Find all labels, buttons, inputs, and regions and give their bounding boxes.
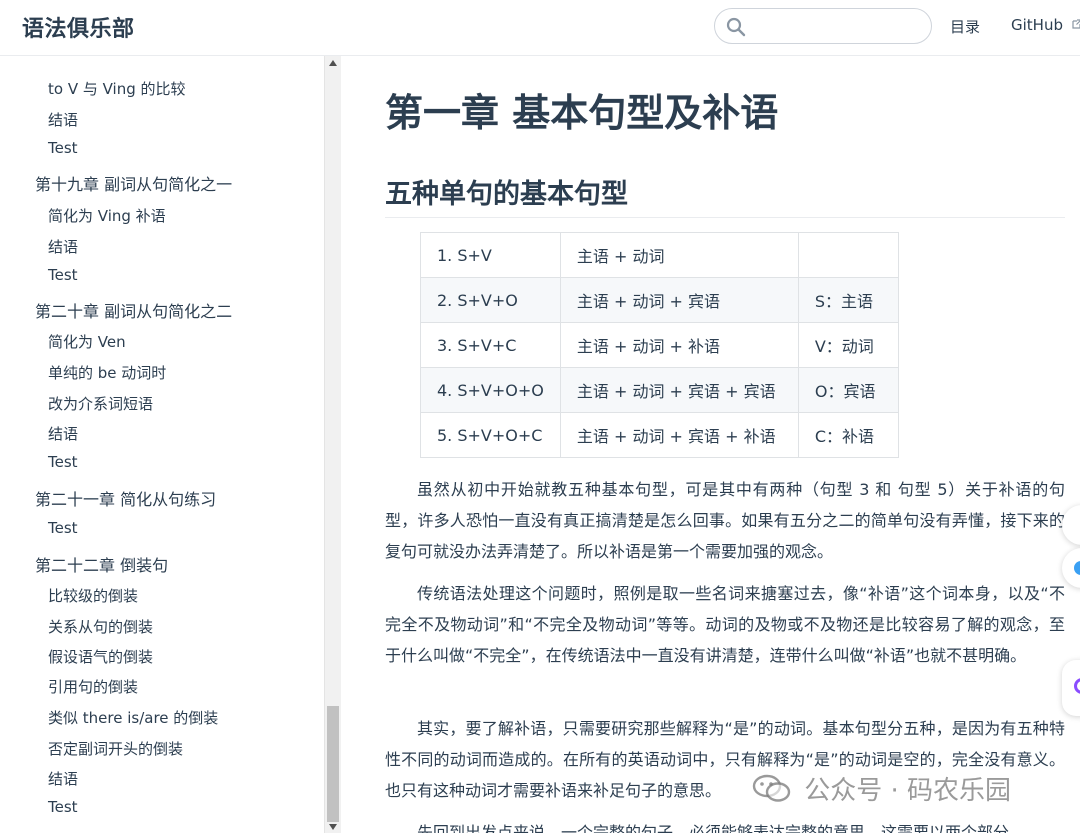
sidebar-scrollbar[interactable] <box>324 56 341 833</box>
nav-link-github-label: GitHub <box>1011 16 1063 34</box>
table-cell: 2. S+V+O <box>420 277 561 323</box>
sidebar-section-link[interactable]: 否定副词开头的倒装 <box>48 738 183 759</box>
scrollbar-thumb[interactable] <box>327 706 339 822</box>
sidebar-chapter-link[interactable]: 第二十一章 简化从句练习 <box>35 486 216 510</box>
main-content: 第一章 基本句型及补语 五种单句的基本句型 1. S+V 主语 + 动词 2. … <box>341 56 1080 833</box>
table-row: 5. S+V+O+C 主语 + 动词 + 宾语 + 补语 C：补语 <box>420 412 899 458</box>
table-cell: 4. S+V+O+O <box>420 367 561 413</box>
sidebar-section-link[interactable]: Test <box>48 453 78 471</box>
sidebar-section-link[interactable]: 结语 <box>48 768 78 789</box>
sidebar-section-link[interactable]: 结语 <box>48 109 78 130</box>
table-cell: 主语 + 动词 + 宾语 <box>559 277 799 323</box>
table-cell <box>797 232 899 278</box>
section-heading: 五种单句的基本句型 <box>385 172 1065 218</box>
top-navbar: 语法俱乐部 目录 GitHub <box>0 0 1080 56</box>
sidebar-section-link[interactable]: 结语 <box>48 236 78 257</box>
site-title[interactable]: 语法俱乐部 <box>22 11 135 43</box>
watermark: 公众号 · 码农乐园 <box>752 770 1011 810</box>
table-cell: V：动词 <box>797 322 899 368</box>
sidebar-chapter-link[interactable]: 第二十二章 倒装句 <box>35 552 168 576</box>
table-cell: 主语 + 动词 <box>559 232 799 278</box>
sidebar-section-link[interactable]: 改为介系词短语 <box>48 393 153 414</box>
sidebar-section-link[interactable]: 假设语气的倒装 <box>48 646 153 667</box>
sidebar-section-link[interactable]: 简化为 Ving 补语 <box>48 205 166 226</box>
floating-button[interactable] <box>1062 660 1080 716</box>
ring-icon <box>1074 678 1080 694</box>
search-box[interactable] <box>714 8 932 44</box>
sidebar-section-link[interactable]: 引用句的倒装 <box>48 676 138 697</box>
table-cell: 主语 + 动词 + 宾语 + 宾语 <box>559 367 799 413</box>
sidebar-section-link[interactable]: 比较级的倒装 <box>48 585 138 606</box>
sidebar-section-link[interactable]: 关系从句的倒装 <box>48 616 153 637</box>
sidebar-section-link[interactable]: to V 与 Ving 的比较 <box>48 78 186 99</box>
sidebar-section-link[interactable]: 结语 <box>48 423 78 444</box>
paragraph: 虽然从初中开始就教五种基本句型，可是其中有两种（句型 3 和 句型 5）关于补语… <box>385 480 1065 561</box>
table-row: 1. S+V 主语 + 动词 <box>420 232 899 278</box>
table-cell: O：宾语 <box>797 367 899 413</box>
watermark-text: 公众号 · 码农乐园 <box>804 776 1012 806</box>
table-cell: C：补语 <box>797 412 899 458</box>
table-row: 2. S+V+O 主语 + 动词 + 宾语 S：主语 <box>420 277 899 323</box>
sentence-pattern-table: 1. S+V 主语 + 动词 2. S+V+O 主语 + 动词 + 宾语 S：主… <box>420 232 899 458</box>
nav-link-toc[interactable]: 目录 <box>950 16 980 37</box>
table-cell: S：主语 <box>797 277 899 323</box>
dot-icon <box>1074 561 1080 575</box>
search-icon <box>726 17 746 37</box>
sidebar: to V 与 Ving 的比较 结语 Test 第十九章 副词从句简化之一简化为 Vi… <box>0 56 324 833</box>
table-cell: 主语 + 动词 + 补语 <box>559 322 799 368</box>
sidebar-section-link[interactable]: 简化为 Ven <box>48 331 126 352</box>
page-title: 第一章 基本句型及补语 <box>385 91 779 135</box>
table-cell: 3. S+V+C <box>420 322 561 368</box>
scroll-up-arrow-icon[interactable] <box>329 60 337 66</box>
external-link-icon <box>1072 19 1080 29</box>
sidebar-section-link[interactable]: Test <box>48 266 78 284</box>
sidebar-section-link[interactable]: Test <box>48 519 78 537</box>
paragraph: 先回到出发点来说，一个完整的句子，必须能够表达完整的意思，这需要以两个部分 <box>417 823 1010 833</box>
search-input[interactable] <box>753 13 923 39</box>
wechat-icon <box>752 774 791 802</box>
table-row: 3. S+V+C 主语 + 动词 + 补语 V：动词 <box>420 322 899 368</box>
sidebar-section-link[interactable]: Test <box>48 798 78 816</box>
scroll-down-arrow-icon[interactable] <box>329 824 337 830</box>
paragraph: 传统语法处理这个问题时，照例是取一些名词来搪塞过去，像“补语”这个词本身，以及“… <box>385 584 1065 665</box>
table-row: 4. S+V+O+O 主语 + 动词 + 宾语 + 宾语 O：宾语 <box>420 367 899 413</box>
nav-link-github[interactable]: GitHub <box>1011 16 1080 34</box>
sidebar-chapter-link[interactable]: 第十九章 副词从句简化之一 <box>35 171 232 195</box>
table-cell: 5. S+V+O+C <box>420 412 561 458</box>
table-cell: 主语 + 动词 + 宾语 + 补语 <box>559 412 799 458</box>
sidebar-section-link[interactable]: Test <box>48 139 78 157</box>
sidebar-chapter-link[interactable]: 第二十章 副词从句简化之二 <box>35 298 232 322</box>
table-cell: 1. S+V <box>420 232 561 278</box>
sidebar-section-link[interactable]: 单纯的 be 动词时 <box>48 362 166 383</box>
sidebar-section-link[interactable]: 类似 there is/are 的倒装 <box>48 707 218 728</box>
